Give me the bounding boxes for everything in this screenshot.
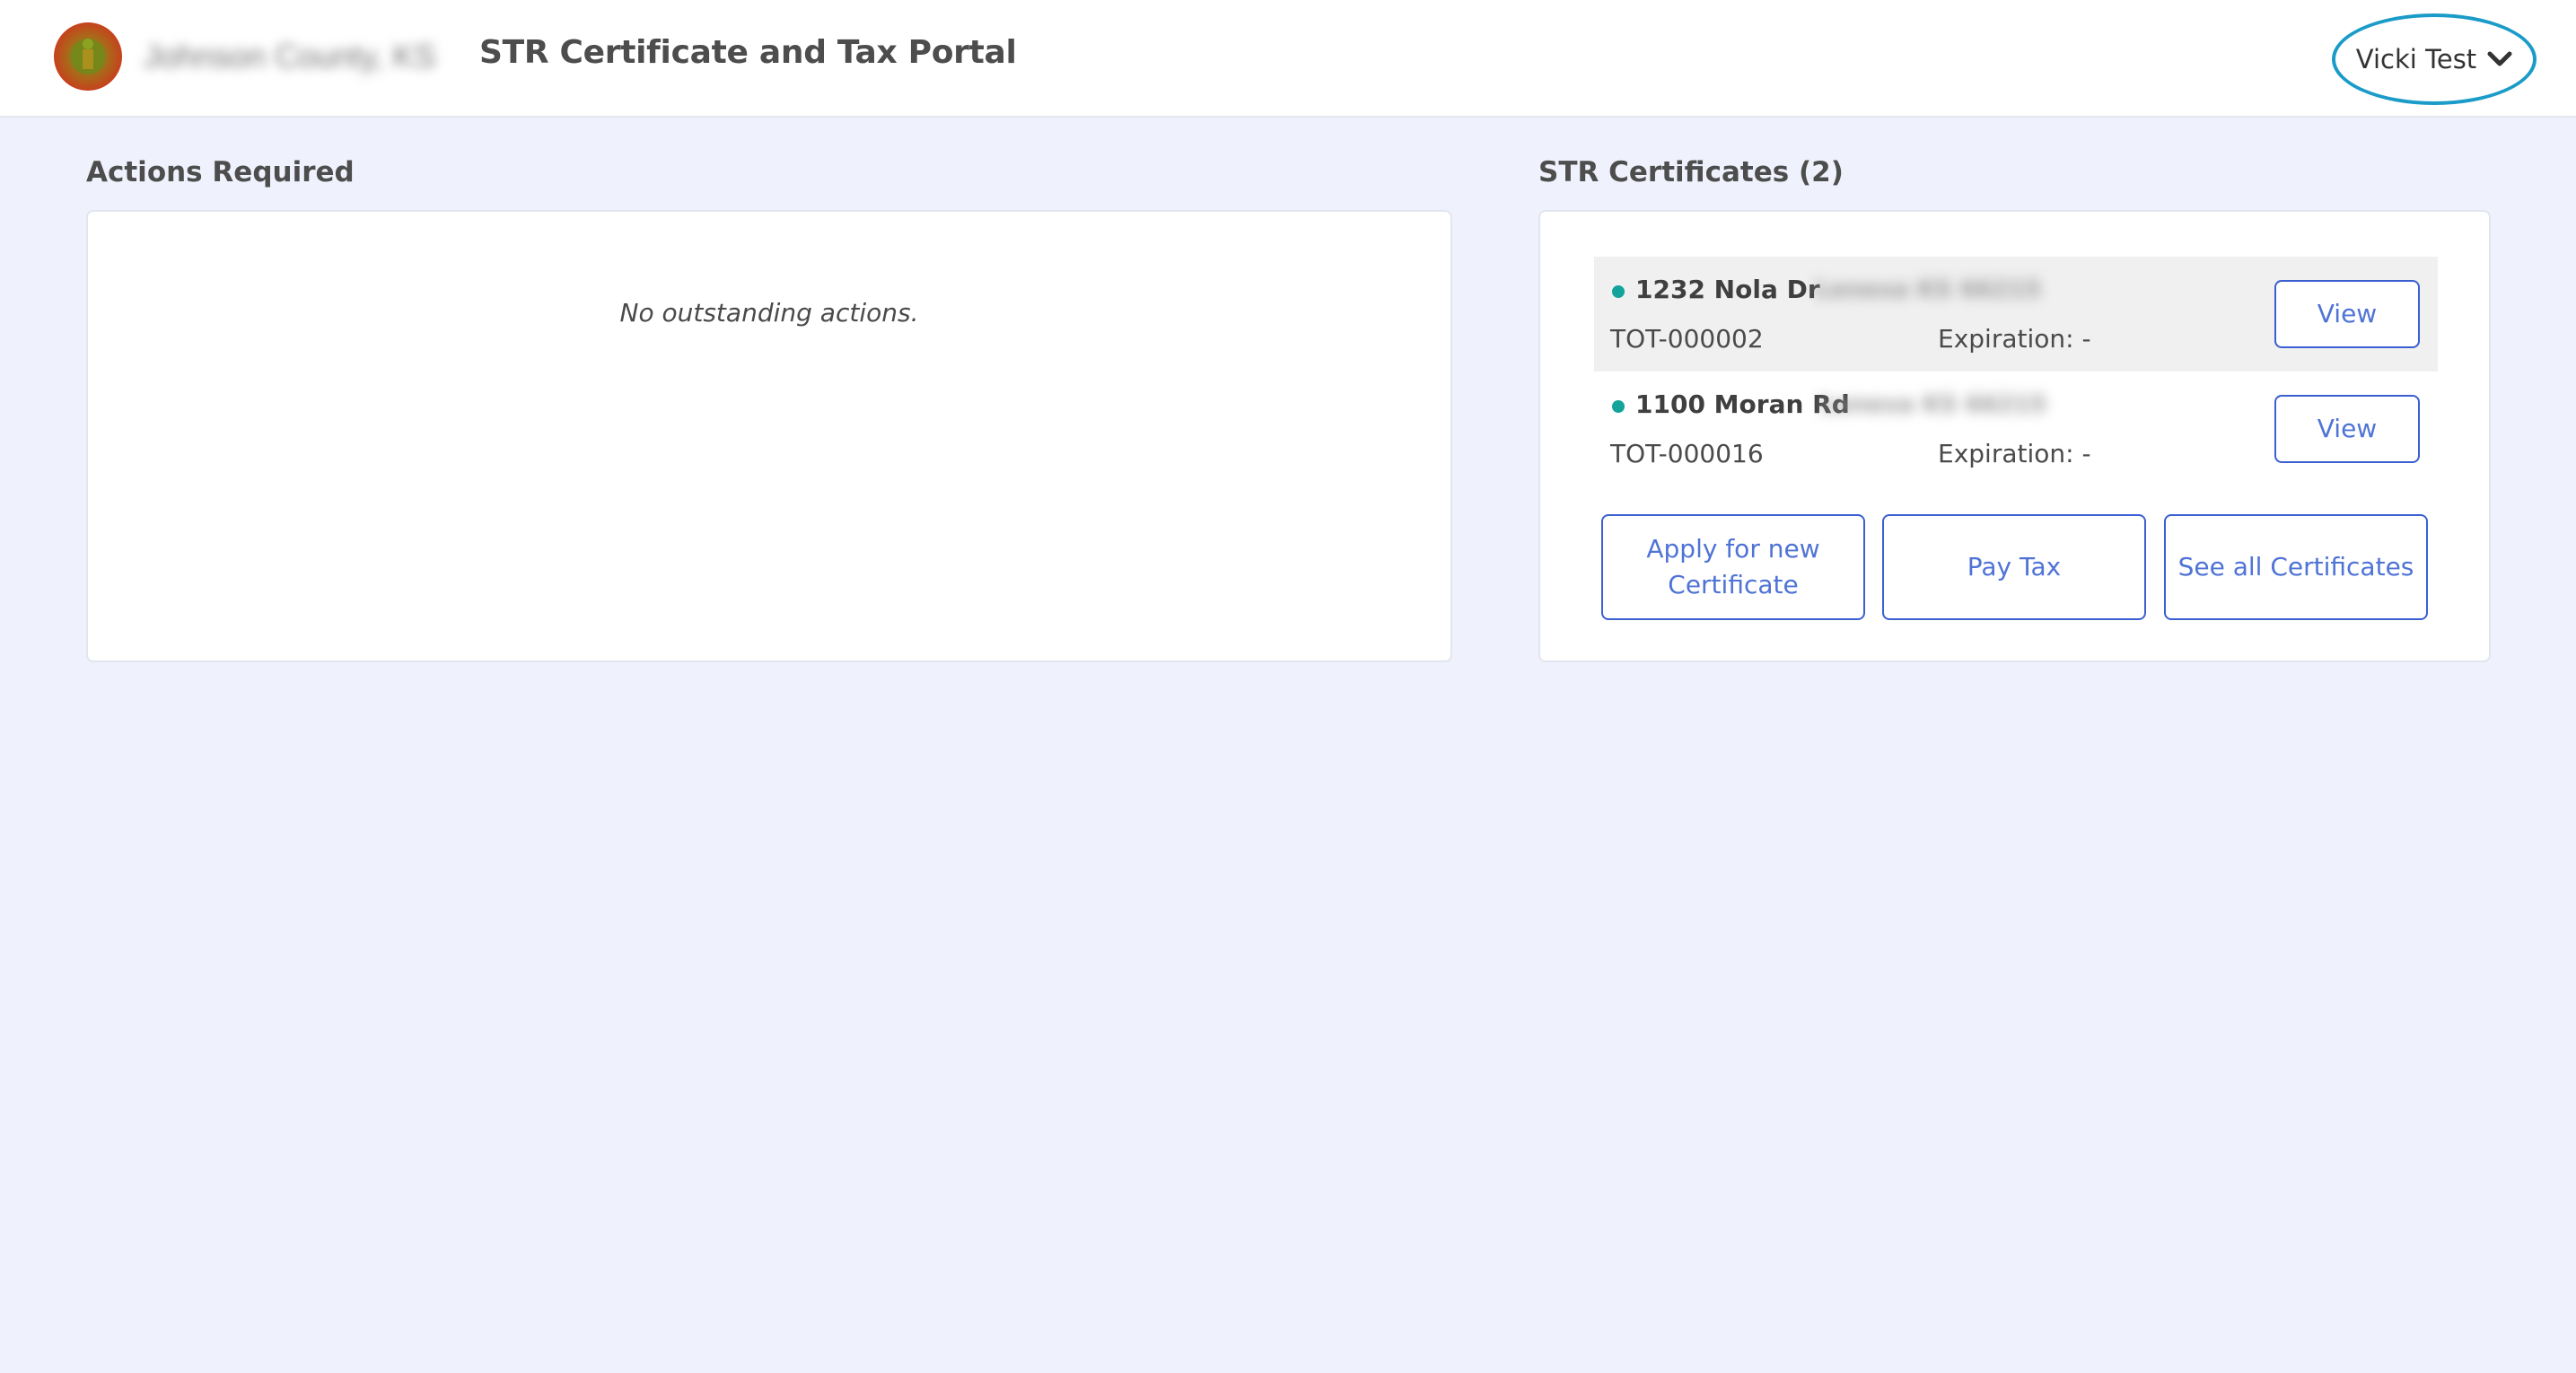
apply-button-line1: Apply for new (1646, 534, 1820, 564)
apply-new-certificate-button[interactable]: Apply for new Certificate (1601, 514, 1865, 620)
chevron-down-icon (2487, 51, 2512, 66)
org-name: Johnson County, KS (144, 38, 436, 74)
user-menu-button[interactable]: Vicki Test (2332, 13, 2537, 105)
certificate-expiration: Expiration: - (1938, 324, 2091, 354)
user-name: Vicki Test (2355, 44, 2477, 74)
apply-button-line2: Certificate (1668, 570, 1799, 599)
app-title: STR Certificate and Tax Portal (479, 34, 1017, 71)
actions-required-card: No outstanding actions. (86, 210, 1452, 662)
certificate-id: TOT-000002 (1610, 324, 1764, 354)
str-certificates-title: STR Certificates (2) (1538, 156, 1844, 188)
view-certificate-button[interactable]: View (2274, 280, 2420, 348)
certificate-address: 1232 Nola Dr (1635, 275, 1820, 304)
pay-tax-button[interactable]: Pay Tax (1882, 514, 2146, 620)
status-dot-icon (1612, 400, 1625, 413)
certificate-address-redacted: Lenexa KS 66215 (1815, 276, 2042, 303)
certificate-id: TOT-000016 (1610, 439, 1764, 468)
certificate-row: 1232 Nola Dr Lenexa KS 66215 TOT-000002 … (1594, 257, 2438, 372)
certificate-address-redacted: Lenexa KS 66215 (1820, 391, 2047, 418)
certificate-expiration: Expiration: - (1938, 439, 2091, 468)
county-seal-logo[interactable] (54, 22, 122, 91)
certificate-address: 1100 Moran Rd (1635, 389, 1850, 419)
status-dot-icon (1612, 285, 1625, 298)
see-all-certificates-button[interactable]: See all Certificates (2164, 514, 2428, 620)
str-certificates-card: 1232 Nola Dr Lenexa KS 66215 TOT-000002 … (1538, 210, 2491, 662)
actions-required-title: Actions Required (86, 156, 355, 188)
top-header: Johnson County, KS STR Certificate and T… (0, 0, 2576, 118)
apply-button-label: Apply for new Certificate (1646, 531, 1819, 603)
no-actions-message: No outstanding actions. (619, 298, 919, 328)
certificate-row: 1100 Moran Rd Lenexa KS 66215 TOT-000016… (1594, 372, 2438, 486)
view-certificate-button[interactable]: View (2274, 395, 2420, 463)
